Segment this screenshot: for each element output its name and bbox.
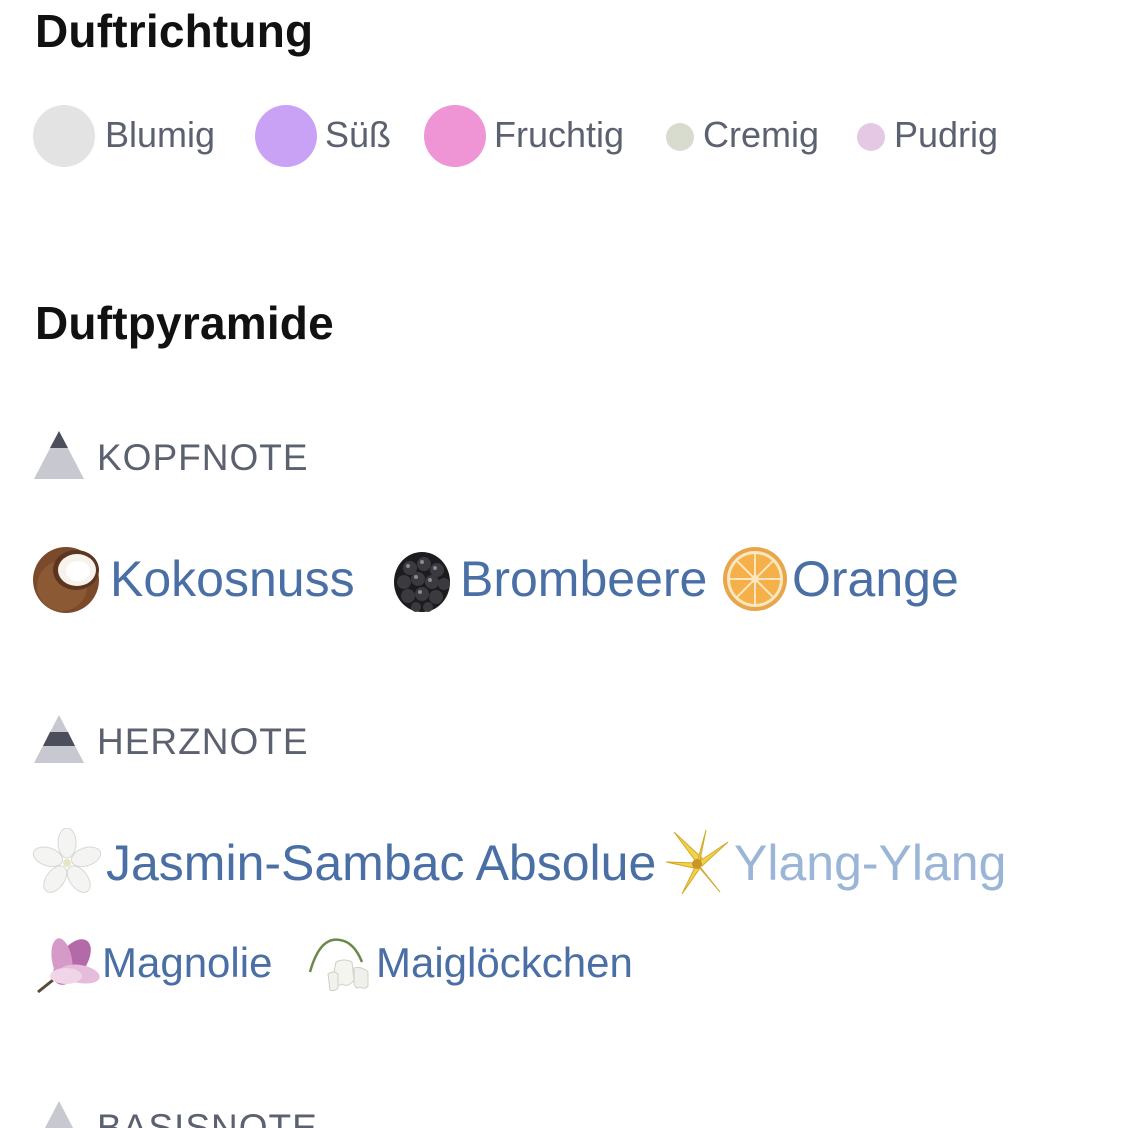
ingredient-label: Ylang-Ylang [734, 835, 1007, 891]
ingredient-label: Orange [792, 551, 959, 607]
color-dot-icon [666, 123, 694, 151]
direction-label: Cremig [703, 114, 820, 155]
color-dot-icon [33, 105, 95, 167]
heart-note-label: HERZNOTE [97, 721, 309, 762]
ingredient-label: Jasmin-Sambac Absolue [106, 835, 657, 891]
pyramid-middle-icon [34, 715, 84, 763]
top-note-header: KOPFNOTE [33, 430, 433, 480]
blackberry-icon [394, 552, 450, 612]
top-note-label: KOPFNOTE [97, 437, 309, 478]
ingredient-orange[interactable]: Orange [722, 544, 972, 614]
ingredient-brombeere[interactable]: Brombeere [388, 544, 708, 614]
ingredient-magnolie[interactable]: Magnolie [32, 932, 302, 1002]
ingredient-jasmin-sambac-absolue[interactable]: Jasmin-Sambac Absolue [32, 828, 656, 898]
fragrance-pyramid-heading: Duftpyramide [35, 297, 334, 349]
fragrance-details-page: Duftrichtung Blumig Süß Fruchtig Cremig … [0, 0, 1128, 1128]
magnolia-icon [37, 938, 100, 994]
ylang-ylang-icon [665, 829, 729, 895]
ingredient-label: Kokosnuss [110, 551, 355, 607]
color-dot-icon [857, 123, 885, 151]
heart-note-header: HERZNOTE [33, 714, 433, 764]
pyramid-top-icon [34, 431, 84, 479]
ingredient-label: Maiglöckchen [376, 939, 633, 986]
jasmine-icon [32, 828, 102, 893]
coconut-icon [33, 547, 99, 613]
orange-slice-icon [723, 547, 787, 611]
color-dot-icon [255, 105, 317, 167]
direction-label: Süß [325, 114, 392, 155]
ingredient-kokosnuss[interactable]: Kokosnuss [32, 544, 372, 614]
base-note-label: BASISNOTE [97, 1107, 318, 1128]
pyramid-base-icon [44, 1101, 74, 1128]
ingredient-label: Brombeere [460, 551, 708, 607]
direction-label: Fruchtig [494, 114, 625, 155]
color-dot-icon [424, 105, 486, 167]
direction-label: Blumig [105, 114, 216, 155]
lily-of-the-valley-icon [308, 938, 369, 992]
ingredient-ylang-ylang[interactable]: Ylang-Ylang [662, 828, 1006, 898]
direction-label: Pudrig [894, 114, 999, 155]
ingredient-label: Magnolie [102, 939, 273, 986]
fragrance-direction-heading: Duftrichtung [35, 5, 314, 57]
ingredient-maigloeckchen[interactable]: Maiglöckchen [306, 932, 646, 1002]
base-note-header: BASISNOTE [33, 1100, 433, 1128]
